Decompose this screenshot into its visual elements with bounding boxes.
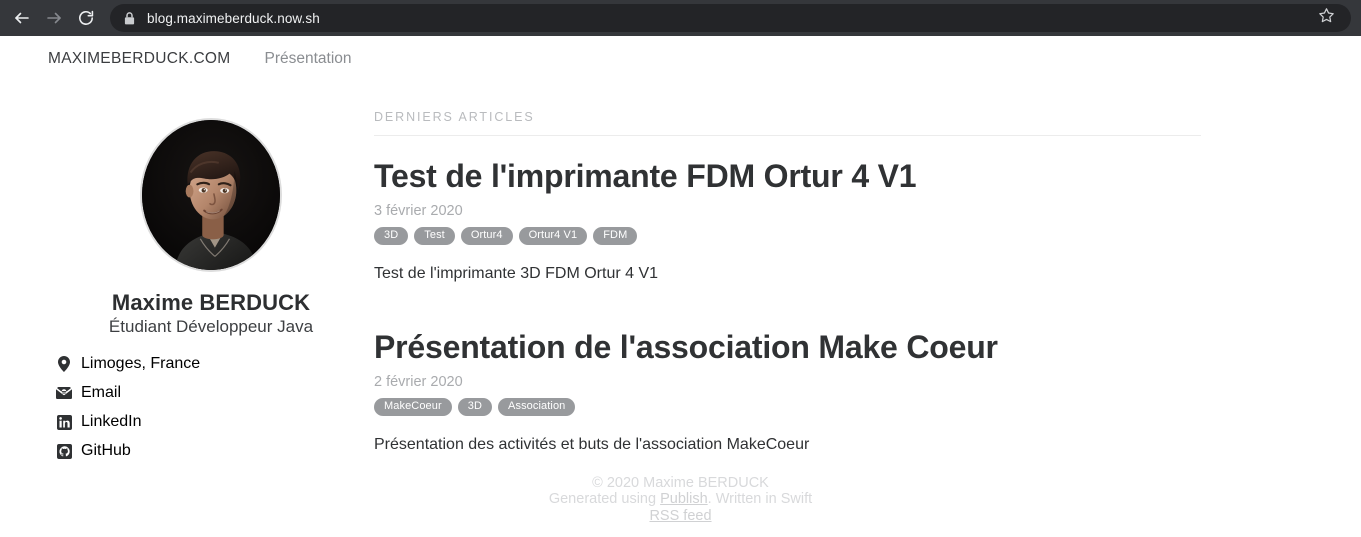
- forward-arrow-icon: [45, 9, 63, 27]
- publish-link[interactable]: Publish: [660, 491, 708, 507]
- site-navigation: MAXIMEBERDUCK.COM Présentation: [0, 36, 1361, 68]
- tag[interactable]: Association: [498, 398, 576, 417]
- address-bar[interactable]: blog.maximeberduck.now.sh: [110, 4, 1351, 32]
- article-title[interactable]: Présentation de l'association Make Coeur: [374, 329, 1201, 366]
- tag-row: MakeCoeur 3D Association: [374, 398, 1201, 417]
- page-footer: © 2020 Maxime BERDUCK Generated using Pu…: [0, 475, 1361, 525]
- contact-item-linkedin[interactable]: LinkedIn: [56, 411, 200, 433]
- contact-label: LinkedIn: [81, 413, 142, 430]
- linkedin-icon: [56, 414, 72, 430]
- star-icon: [1318, 7, 1335, 29]
- contact-list: Limoges, France Email LinkedIn GitHub: [56, 353, 200, 462]
- browser-toolbar: blog.maximeberduck.now.sh: [0, 0, 1361, 36]
- tag[interactable]: FDM: [593, 227, 638, 246]
- nav-item-presentation[interactable]: Présentation: [265, 50, 352, 68]
- back-arrow-icon: [13, 9, 31, 27]
- forward-button[interactable]: [38, 4, 70, 32]
- footer-rss: RSS feed: [0, 508, 1361, 525]
- footer-copyright: © 2020 Maxime BERDUCK: [592, 474, 769, 491]
- content-columns: Maxime BERDUCK Étudiant Développeur Java…: [0, 68, 1361, 462]
- contact-item-email[interactable]: Email: [56, 382, 200, 404]
- github-icon: [56, 443, 72, 459]
- tag[interactable]: Ortur4: [460, 227, 513, 246]
- article-date: 2 février 2020: [374, 374, 463, 391]
- reload-icon: [77, 9, 95, 27]
- tag[interactable]: Test: [414, 227, 455, 246]
- tag-row: 3D Test Ortur4 Ortur4 V1 FDM: [374, 227, 1201, 246]
- article-card[interactable]: Test de l'imprimante FDM Ortur 4 V1 3 fé…: [374, 136, 1201, 283]
- tag[interactable]: 3D: [457, 398, 493, 417]
- map-pin-icon: [56, 356, 72, 372]
- article-title[interactable]: Test de l'imprimante FDM Ortur 4 V1: [374, 158, 1201, 195]
- footer-generated-suffix: . Written in Swift: [707, 491, 813, 507]
- article-description: Test de l'imprimante 3D FDM Ortur 4 V1: [374, 265, 659, 283]
- section-label: DERNIERS ARTICLES: [374, 110, 535, 124]
- article-date: 3 février 2020: [374, 203, 463, 220]
- tag[interactable]: Ortur4 V1: [518, 227, 588, 246]
- reload-button[interactable]: [70, 4, 102, 32]
- bookmark-button[interactable]: [1313, 5, 1339, 31]
- page-content: MAXIMEBERDUCK.COM Présentation Maxime BE…: [0, 36, 1361, 537]
- avatar-portrait-icon: [142, 120, 280, 270]
- contact-label: Email: [81, 384, 122, 401]
- rss-feed-link[interactable]: RSS feed: [649, 508, 711, 524]
- tag[interactable]: 3D: [374, 227, 409, 246]
- envelope-icon: [56, 385, 72, 401]
- contact-item-location[interactable]: Limoges, France: [56, 353, 200, 375]
- back-button[interactable]: [6, 4, 38, 32]
- article-card[interactable]: Présentation de l'association Make Coeur…: [374, 283, 1201, 454]
- lock-icon: [124, 11, 135, 25]
- tag[interactable]: MakeCoeur: [374, 398, 452, 417]
- address-bar-url[interactable]: blog.maximeberduck.now.sh: [147, 11, 1307, 26]
- article-description: Présentation des activités et buts de l'…: [374, 436, 810, 454]
- contact-label: Limoges, France: [81, 355, 201, 372]
- contact-item-github[interactable]: GitHub: [56, 440, 200, 462]
- nav-brand-link[interactable]: MAXIMEBERDUCK.COM: [48, 50, 231, 68]
- articles-main: DERNIERS ARTICLES Test de l'imprimante F…: [374, 68, 1361, 462]
- profile-role: Étudiant Développeur Java: [108, 317, 314, 336]
- profile-sidebar: Maxime BERDUCK Étudiant Développeur Java…: [48, 68, 374, 462]
- footer-generated: Generated using Publish. Written in Swif…: [0, 491, 1361, 508]
- footer-generated-prefix: Generated using: [548, 491, 661, 507]
- profile-name: Maxime BERDUCK: [111, 290, 311, 315]
- avatar: [140, 118, 282, 272]
- contact-label: GitHub: [81, 442, 131, 459]
